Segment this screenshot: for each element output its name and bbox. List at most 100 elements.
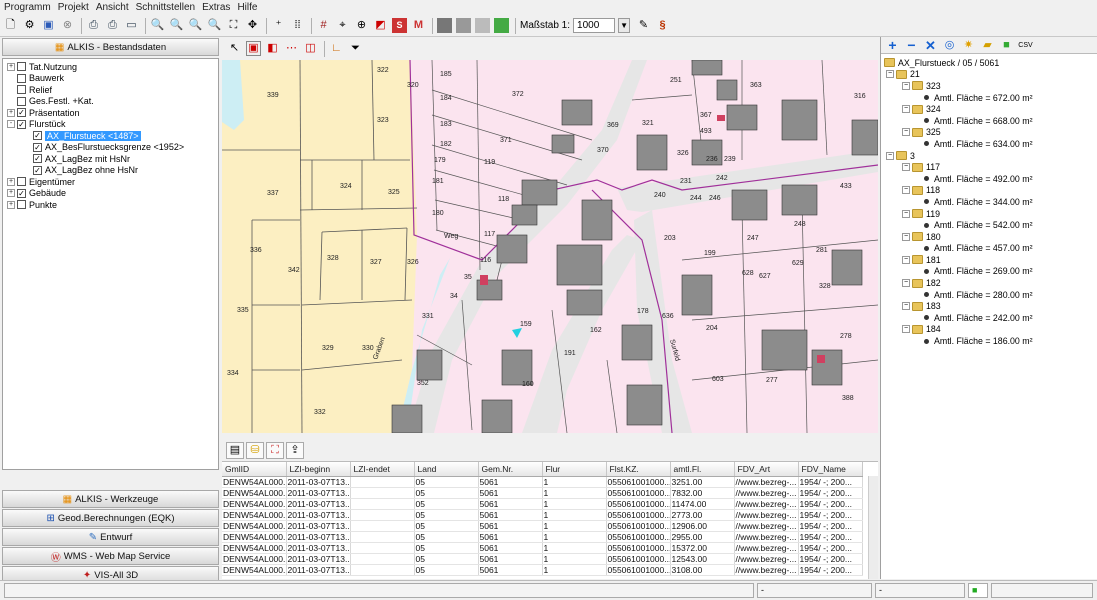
scale-input[interactable]: 1000 bbox=[573, 18, 616, 33]
tree-item[interactable]: + Eigentümer bbox=[3, 176, 218, 188]
column-header[interactable]: LZI-endet bbox=[350, 462, 415, 477]
panel-button-3[interactable]: Ⓦ WMS - Web Map Service bbox=[2, 547, 219, 565]
map-canvas[interactable]: 322 320 339 323 337 324 325 336 342 328 327 326 335 3… bbox=[222, 60, 878, 433]
crosshair-icon[interactable]: ⊕ bbox=[354, 18, 369, 33]
fill-green-icon[interactable] bbox=[494, 18, 509, 33]
highlight-icon[interactable]: ⛶ bbox=[266, 442, 284, 459]
scale-dropdown-icon[interactable]: ▼ bbox=[618, 18, 631, 33]
panel-button-0[interactable]: ▦ ALKIS - Werkzeuge bbox=[2, 490, 219, 508]
menu-hilfe[interactable]: Hilfe bbox=[237, 2, 257, 13]
zoom-out-icon[interactable]: 🔍 bbox=[169, 18, 184, 33]
export-icon[interactable]: ⇪ bbox=[286, 442, 304, 459]
expander-icon[interactable]: + bbox=[7, 189, 15, 198]
collapse-icon[interactable]: − bbox=[902, 163, 910, 172]
column-header[interactable]: Flst.KZ. bbox=[606, 462, 671, 477]
menu-schnittstellen[interactable]: Schnittstellen bbox=[136, 2, 195, 13]
fill-dark-icon[interactable] bbox=[437, 18, 452, 33]
layer-m-icon[interactable]: M bbox=[411, 18, 426, 33]
table-icon[interactable]: ▤ bbox=[226, 442, 244, 459]
select-add-icon[interactable]: ◧ bbox=[265, 41, 280, 56]
expander-icon[interactable]: - bbox=[7, 120, 15, 129]
table-row[interactable]: DENW54AL000... 2011-03-07T13... 05 5061 1 055… bbox=[222, 476, 863, 488]
collapse-icon[interactable]: − bbox=[902, 279, 910, 288]
tree-item[interactable]: + Tat.Nutzung bbox=[3, 61, 218, 73]
print-icon[interactable]: ⎙ bbox=[86, 18, 101, 33]
panel-button-2[interactable]: ✎ Entwurf bbox=[2, 528, 219, 546]
result-group[interactable]: −3 bbox=[884, 150, 1097, 162]
grid-scrollbar[interactable] bbox=[868, 476, 878, 579]
layer-checkbox[interactable]: ✓ bbox=[17, 188, 26, 198]
tree-item[interactable]: ✓ AX_LagBez ohne HsNr bbox=[3, 165, 218, 177]
result-item[interactable]: − 325 bbox=[884, 127, 1097, 139]
result-group[interactable]: − 21 bbox=[884, 69, 1097, 81]
pan-icon[interactable]: ✥ bbox=[245, 18, 260, 33]
menu-extras[interactable]: Extras bbox=[202, 2, 230, 13]
collapse-icon[interactable]: − bbox=[886, 70, 894, 79]
expander-icon[interactable]: + bbox=[7, 62, 15, 71]
collapse-icon[interactable]: − bbox=[902, 325, 910, 334]
table-row[interactable]: DENW54AL000... 2011-03-07T13... 05 5061 1 055… bbox=[222, 509, 863, 521]
table-row[interactable]: DENW54AL000... 2011-03-07T13... 05 5061 1 055… bbox=[222, 564, 863, 576]
column-header[interactable]: amtl.Fl. bbox=[670, 462, 735, 477]
menu-programm[interactable]: Programm bbox=[4, 2, 51, 13]
table-row[interactable]: DENW54AL000... 2011-03-07T13... 05 5061 1 055… bbox=[222, 542, 863, 554]
layer-s-icon[interactable]: S bbox=[392, 18, 407, 33]
column-header[interactable]: GmlID bbox=[222, 462, 287, 477]
expander-icon[interactable]: + bbox=[7, 108, 15, 117]
layer-checkbox[interactable] bbox=[17, 85, 26, 95]
layer-checkbox[interactable] bbox=[17, 73, 26, 83]
grid-icon[interactable]: # bbox=[316, 18, 331, 33]
settings-icon[interactable]: ⚙ bbox=[22, 18, 37, 33]
save-icon[interactable]: ▣ bbox=[41, 18, 56, 33]
collapse-icon[interactable]: − bbox=[902, 209, 910, 218]
column-header[interactable]: FDV_Name bbox=[798, 462, 863, 477]
snap-icon[interactable]: ⌖ bbox=[335, 18, 350, 33]
expand-all-icon[interactable]: + bbox=[885, 38, 900, 53]
folder-icon[interactable]: ▰ bbox=[980, 38, 995, 53]
menu-ansicht[interactable]: Ansicht bbox=[96, 2, 129, 13]
select-line-icon[interactable]: ⋯ bbox=[284, 41, 299, 56]
map-svg[interactable]: 322 320 339 323 337 324 325 336 342 328 327 326 335 3… bbox=[222, 60, 878, 433]
database-icon[interactable]: ⛁ bbox=[246, 442, 264, 459]
result-item[interactable]: − 181 bbox=[884, 254, 1097, 266]
layer-checkbox[interactable]: ✓ bbox=[17, 119, 26, 129]
splitter[interactable] bbox=[222, 433, 878, 440]
fill-mid-icon[interactable] bbox=[456, 18, 471, 33]
result-item[interactable]: − 324 bbox=[884, 103, 1097, 115]
column-header[interactable]: Land bbox=[414, 462, 479, 477]
tree-item[interactable]: + ✓ Gebäude bbox=[3, 188, 218, 200]
collapse-icon[interactable]: − bbox=[902, 128, 910, 137]
column-header[interactable]: LZI-beginn bbox=[286, 462, 351, 477]
star-icon[interactable]: ✷ bbox=[961, 38, 976, 53]
result-item[interactable]: − 180 bbox=[884, 231, 1097, 243]
result-item[interactable]: − 182 bbox=[884, 277, 1097, 289]
menu-projekt[interactable]: Projekt bbox=[58, 2, 89, 13]
tree-item[interactable]: Bauwerk bbox=[3, 73, 218, 85]
collapse-icon[interactable]: − bbox=[902, 81, 910, 90]
ruler-icon[interactable]: ∟ bbox=[329, 41, 344, 56]
collapse-icon[interactable]: − bbox=[902, 255, 910, 264]
table-row[interactable]: DENW54AL000... 2011-03-07T13... 05 5061 1 055… bbox=[222, 498, 863, 510]
column-header[interactable]: Gem.Nr. bbox=[478, 462, 543, 477]
select-rect-icon[interactable]: ◩ bbox=[373, 18, 388, 33]
print-preview-icon[interactable]: ⎙ bbox=[105, 18, 120, 33]
collapse-icon[interactable]: − bbox=[902, 302, 910, 311]
layer-checkbox[interactable]: ✓ bbox=[33, 165, 42, 175]
collapse-icon[interactable]: − bbox=[902, 232, 910, 241]
paragraph-icon[interactable]: § bbox=[655, 18, 670, 33]
result-item[interactable]: − 184 bbox=[884, 324, 1097, 336]
zoom-in-icon[interactable]: 🔍 bbox=[150, 18, 165, 33]
table-row[interactable]: DENW54AL000... 2011-03-07T13... 05 5061 1 055… bbox=[222, 487, 863, 499]
pointer-icon[interactable]: ↖ bbox=[227, 41, 242, 56]
layer-checkbox[interactable] bbox=[17, 62, 26, 72]
layer-checkbox[interactable] bbox=[17, 200, 26, 210]
column-header[interactable]: FDV_Art bbox=[734, 462, 799, 477]
layer-checkbox[interactable]: ✓ bbox=[33, 154, 42, 164]
zoom-all-icon[interactable]: ⛶ bbox=[226, 18, 241, 33]
layer-checkbox[interactable]: ✓ bbox=[33, 131, 42, 141]
column-header[interactable]: Flur bbox=[542, 462, 607, 477]
select-icon[interactable]: ▣ bbox=[246, 41, 261, 56]
result-item[interactable]: − 117 bbox=[884, 161, 1097, 173]
result-root[interactable]: AX_Flurstueck / 05 / 5061 bbox=[884, 57, 1097, 69]
color-layers-icon[interactable]: ■ bbox=[999, 38, 1014, 53]
